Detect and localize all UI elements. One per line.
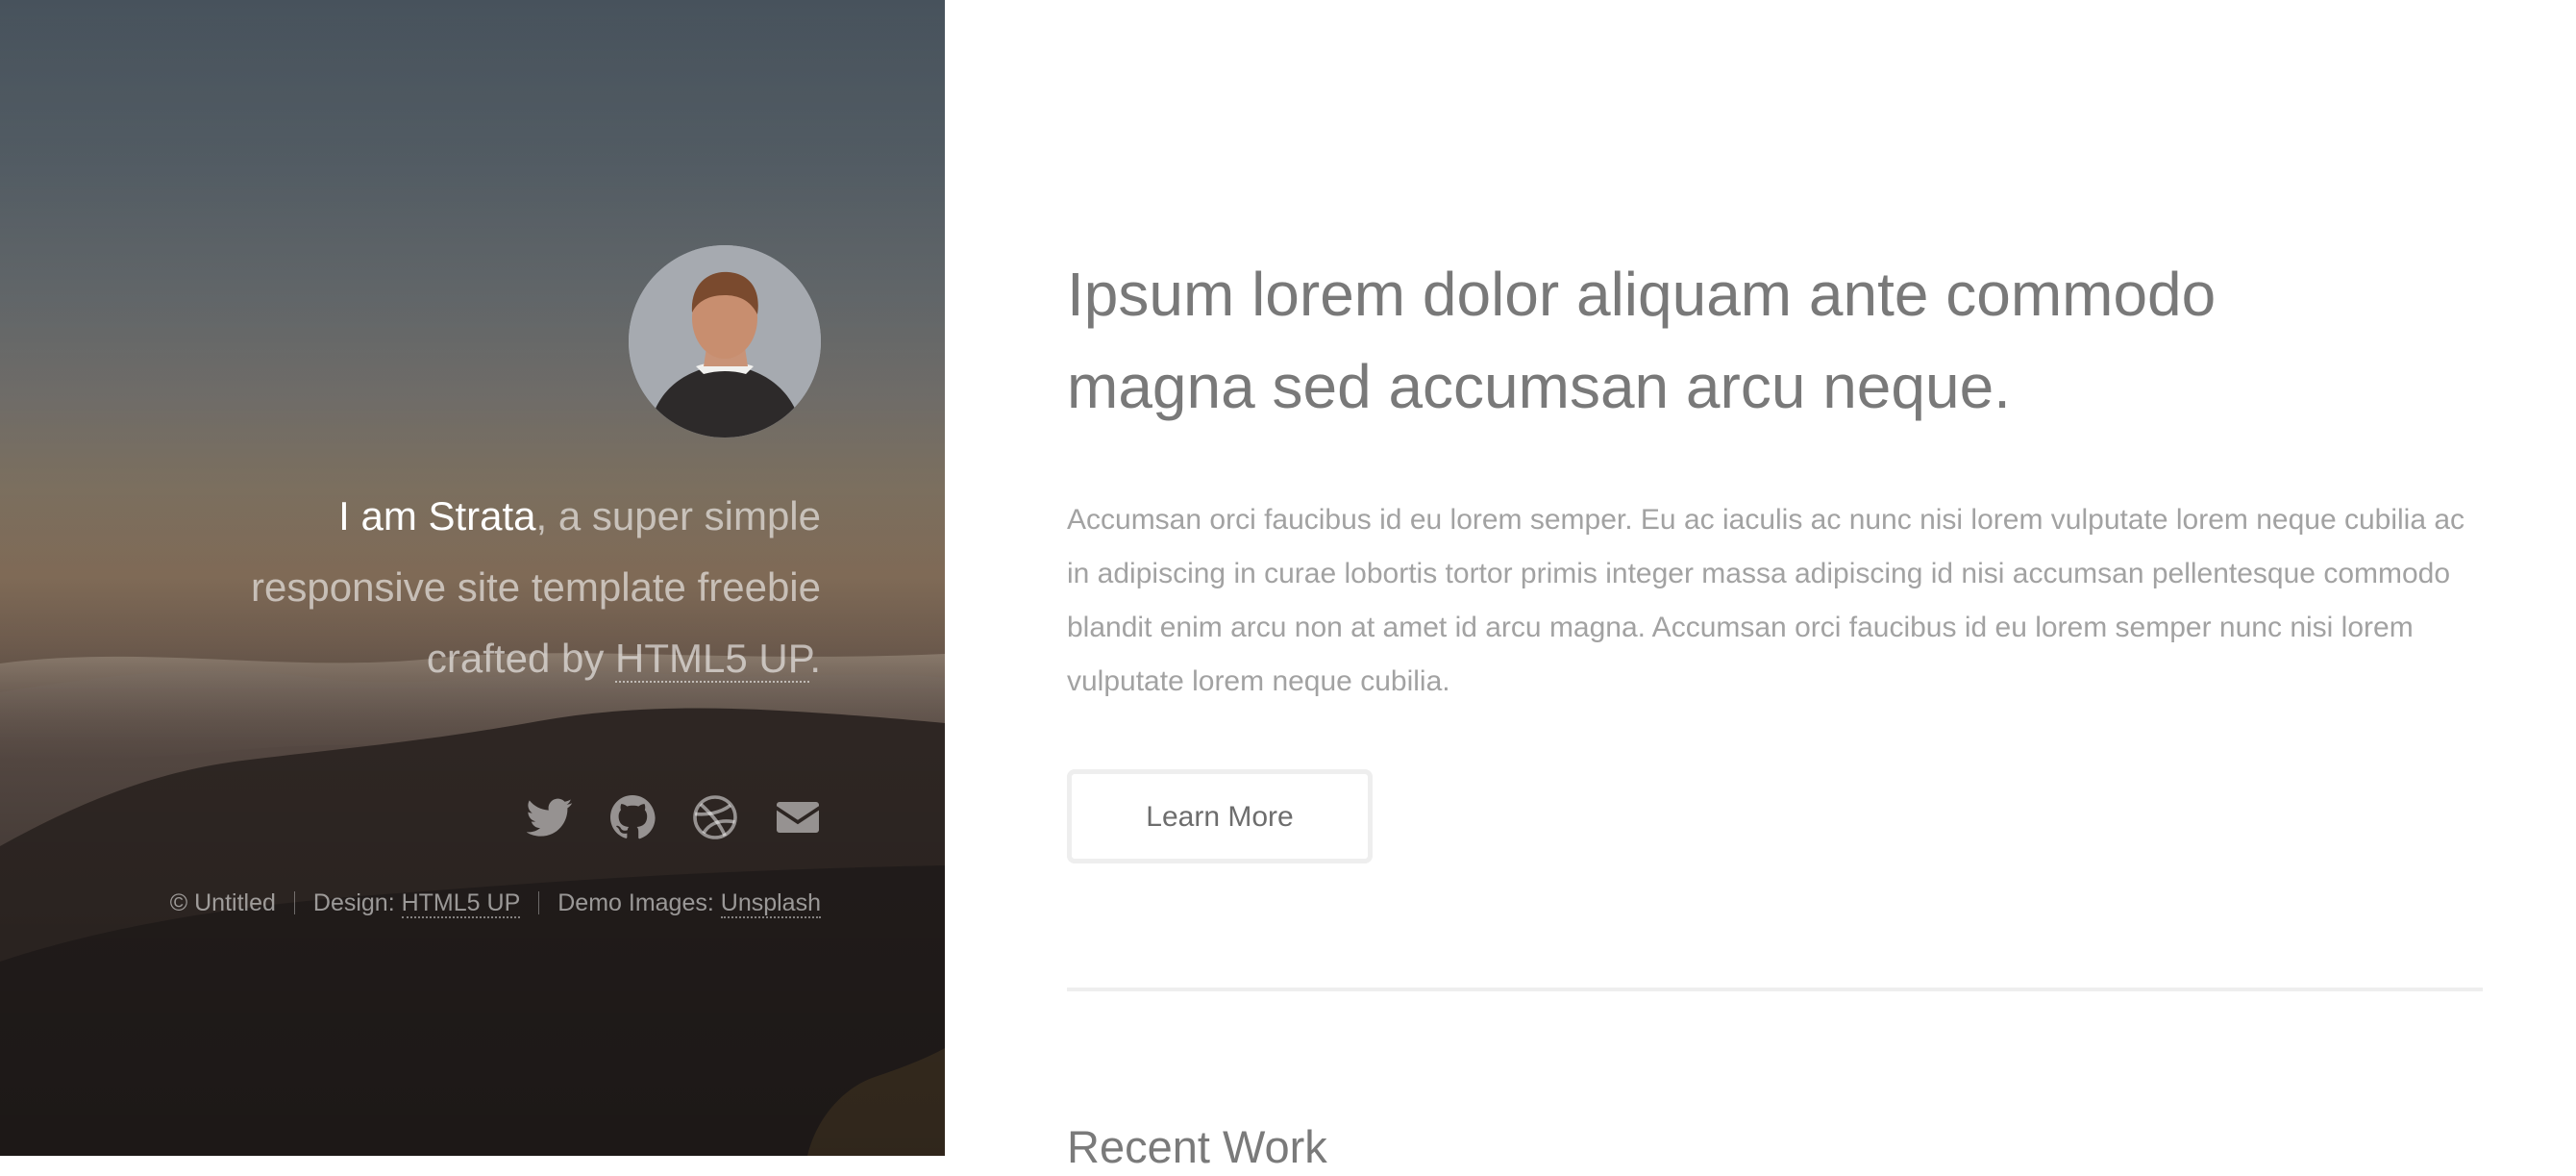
envelope-icon[interactable] <box>775 794 821 840</box>
design-label: Design: <box>312 889 402 916</box>
copyright-owner: © Untitled <box>169 889 276 916</box>
copyright: © Untitled Design: HTML5 UP Demo Images: U… <box>96 887 821 919</box>
twitter-icon[interactable] <box>527 794 573 840</box>
intro-tagline-1: , a super simple <box>535 493 821 538</box>
intro-tagline-3: crafted by <box>426 636 616 681</box>
html5up-link[interactable]: HTML5 UP <box>615 636 810 683</box>
section-title-recent-work: Recent Work <box>1067 1121 1327 1172</box>
copyright-separator <box>538 891 540 914</box>
copyright-separator <box>293 891 295 914</box>
images-label: Demo Images: <box>557 889 721 916</box>
headline-line-2: magna sed accumsan arcu neque. <box>1067 352 2011 421</box>
design-link[interactable]: HTML5 UP <box>401 889 521 918</box>
main-content: Ipsum lorem dolor aliquam ante commodo m… <box>945 0 2576 1172</box>
unsplash-link[interactable]: Unsplash <box>720 889 821 918</box>
social-icons <box>527 791 821 843</box>
intro-period: . <box>809 636 821 681</box>
avatar-image <box>629 245 821 438</box>
page-headline: Ipsum lorem dolor aliquam ante commodo m… <box>1067 248 2316 433</box>
intro-paragraph: Accumsan orci faucibus id eu lorem sempe… <box>1067 504 2465 697</box>
learn-more-button[interactable]: Learn More <box>1067 769 1373 863</box>
headline-line-1: Ipsum lorem dolor aliquam ante commodo <box>1067 260 2217 329</box>
github-icon[interactable] <box>609 794 656 840</box>
header-panel: I am Strata, a super simple responsive s… <box>0 0 945 1156</box>
intro-text: I am Strata, a super simple responsive s… <box>135 481 821 694</box>
intro-name: I am Strata <box>338 493 536 538</box>
section-divider <box>1067 988 2483 991</box>
dribbble-icon[interactable] <box>692 794 738 840</box>
avatar <box>629 245 821 438</box>
intro-tagline-2: responsive site template freebie <box>251 564 821 610</box>
